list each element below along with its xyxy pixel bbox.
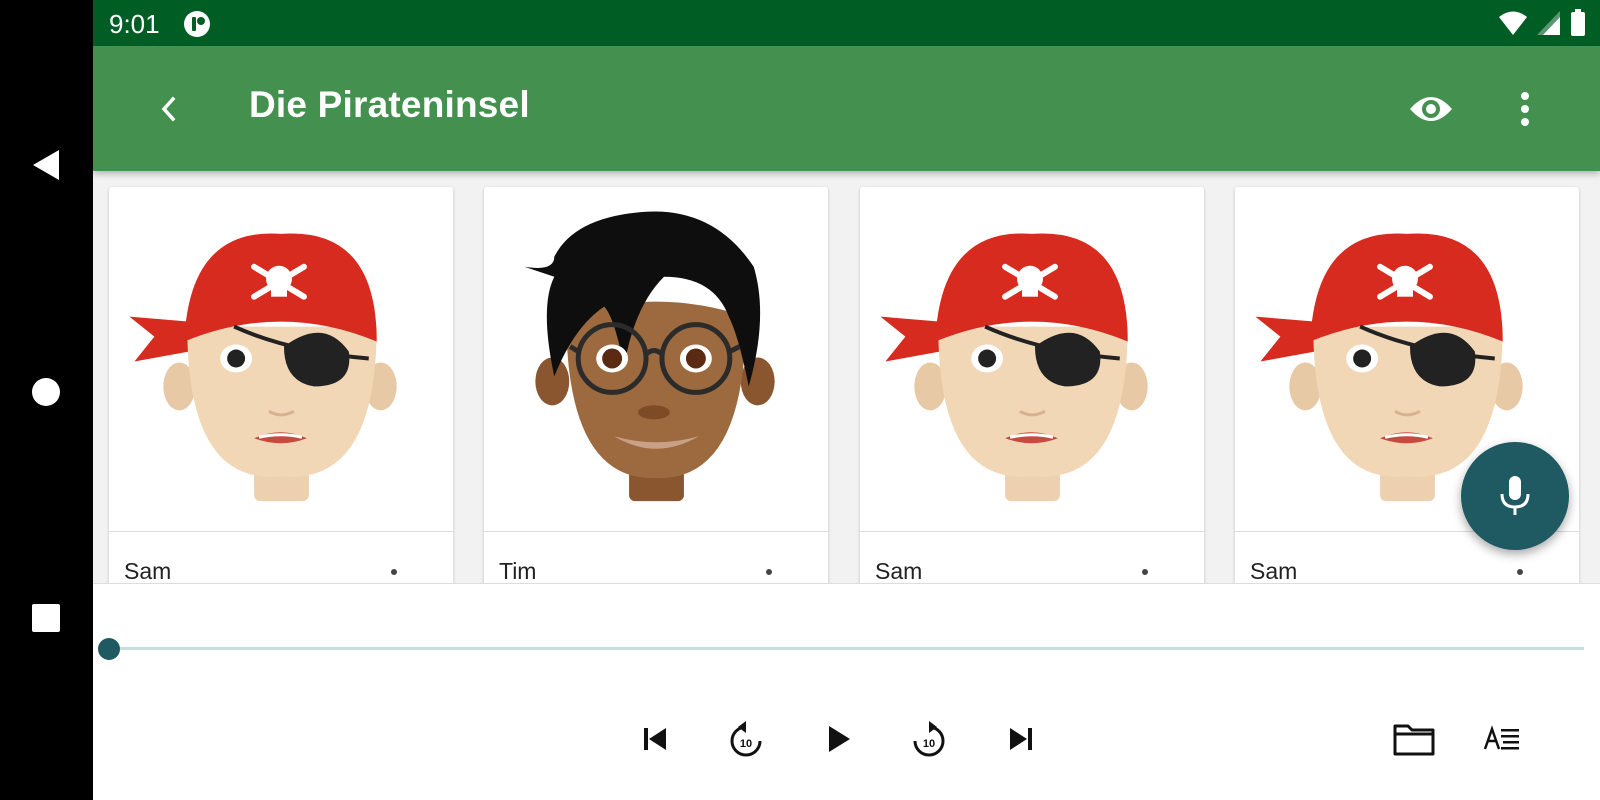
open-folder-button[interactable]: [1389, 714, 1439, 764]
microphone-icon: [1500, 476, 1530, 515]
card-menu-icon[interactable]: [391, 569, 397, 575]
status-time: 9:01: [109, 9, 160, 39]
audio-player: 10 10: [93, 583, 1600, 800]
character-card[interactable]: Sam: [109, 187, 453, 583]
svg-text:10: 10: [740, 738, 752, 750]
skip-next-icon: [1010, 728, 1032, 750]
skip-previous-button[interactable]: [630, 714, 680, 764]
forward-10-button[interactable]: 10: [904, 714, 954, 764]
system-navigation-bar: [0, 0, 93, 800]
forward-10-icon: 10: [913, 721, 945, 757]
pirate-avatar: [860, 187, 1204, 532]
nav-back-button[interactable]: [26, 145, 66, 185]
svg-text:10: 10: [923, 738, 935, 750]
cellular-signal-icon: [1537, 11, 1560, 35]
wifi-icon: [1499, 11, 1527, 35]
notification-app-icon: [184, 11, 210, 37]
more-vert-icon: [1521, 92, 1529, 126]
status-bar: 9:01: [93, 0, 1600, 46]
card-menu-icon[interactable]: [766, 569, 772, 575]
text-format-icon: [1483, 725, 1519, 750]
character-name: Sam: [1250, 558, 1298, 583]
eye-icon: [1410, 97, 1452, 121]
record-fab-button[interactable]: [1461, 442, 1569, 550]
nav-recents-button[interactable]: [26, 598, 66, 638]
character-name: Tim: [499, 558, 537, 583]
character-card[interactable]: Tim: [484, 187, 828, 583]
more-options-button[interactable]: [1505, 84, 1545, 134]
play-icon: [829, 726, 850, 752]
status-icons: [1498, 9, 1586, 37]
nav-home-button[interactable]: [26, 372, 66, 412]
character-name: Sam: [124, 558, 172, 583]
triangle-back-icon: [33, 150, 59, 180]
view-toggle-button[interactable]: [1406, 84, 1456, 134]
back-button[interactable]: [143, 84, 193, 134]
app-bar: Die Pirateninsel: [93, 46, 1600, 171]
folder-icon: [1393, 724, 1435, 756]
boy-glasses-avatar: [484, 187, 828, 532]
skip-next-button[interactable]: [996, 714, 1046, 764]
seek-bar-track[interactable]: [109, 647, 1584, 650]
play-button[interactable]: [813, 714, 863, 764]
seek-bar-thumb[interactable]: [98, 638, 120, 660]
page-title: Die Pirateninsel: [249, 84, 530, 125]
card-menu-icon[interactable]: [1142, 569, 1148, 575]
back-icon: [161, 96, 176, 122]
square-recents-icon: [32, 604, 60, 632]
text-format-button[interactable]: [1477, 714, 1527, 764]
card-menu-icon[interactable]: [1517, 569, 1523, 575]
replay-10-icon: 10: [730, 721, 762, 757]
pirate-avatar: [109, 187, 453, 532]
character-name: Sam: [875, 558, 923, 583]
skip-previous-icon: [644, 728, 666, 750]
screen: 9:01 Die Pirateninsel Sam Tim Sam Sam 10…: [0, 0, 1600, 800]
replay-10-button[interactable]: 10: [721, 714, 771, 764]
character-card[interactable]: Sam: [860, 187, 1204, 583]
circle-home-icon: [32, 378, 60, 406]
battery-icon: [1571, 9, 1585, 36]
character-grid: Sam Tim Sam Sam: [93, 171, 1600, 583]
